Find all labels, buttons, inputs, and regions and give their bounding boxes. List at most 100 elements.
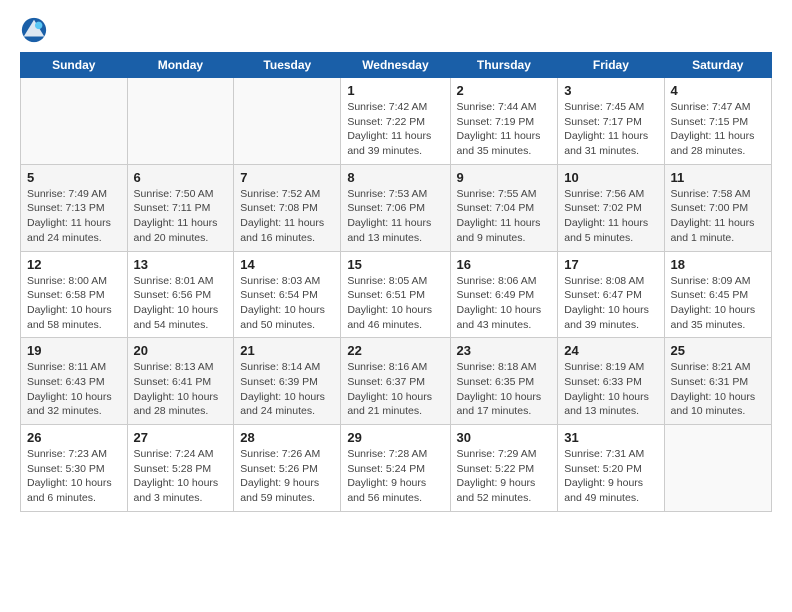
calendar-cell: 1Sunrise: 7:42 AM Sunset: 7:22 PM Daylig… <box>341 78 450 165</box>
calendar-cell <box>234 78 341 165</box>
calendar-cell: 5Sunrise: 7:49 AM Sunset: 7:13 PM Daylig… <box>21 164 128 251</box>
day-number: 23 <box>457 343 552 358</box>
weekday-header: Tuesday <box>234 53 341 78</box>
weekday-header: Friday <box>558 53 664 78</box>
calendar-cell: 30Sunrise: 7:29 AM Sunset: 5:22 PM Dayli… <box>450 425 558 512</box>
day-info: Sunrise: 7:28 AM Sunset: 5:24 PM Dayligh… <box>347 447 443 506</box>
day-info: Sunrise: 7:24 AM Sunset: 5:28 PM Dayligh… <box>134 447 228 506</box>
day-number: 12 <box>27 257 121 272</box>
day-info: Sunrise: 8:14 AM Sunset: 6:39 PM Dayligh… <box>240 360 334 419</box>
calendar-week-row: 1Sunrise: 7:42 AM Sunset: 7:22 PM Daylig… <box>21 78 772 165</box>
day-number: 14 <box>240 257 334 272</box>
calendar-cell: 17Sunrise: 8:08 AM Sunset: 6:47 PM Dayli… <box>558 251 664 338</box>
day-info: Sunrise: 8:16 AM Sunset: 6:37 PM Dayligh… <box>347 360 443 419</box>
calendar-cell: 12 Sunrise: 8:00 AM Sunset: 6:58 PM Dayli… <box>21 251 128 338</box>
day-number: 3 <box>564 83 657 98</box>
day-number: 6 <box>134 170 228 185</box>
day-number: 10 <box>564 170 657 185</box>
calendar-cell: 14 Sunrise: 8:03 AM Sunset: 6:54 PM Dayli… <box>234 251 341 338</box>
day-number: 17 <box>564 257 657 272</box>
day-info: Sunrise: 7:26 AM Sunset: 5:26 PM Dayligh… <box>240 447 334 506</box>
day-number: 13 <box>134 257 228 272</box>
calendar-cell: 25 Sunrise: 8:21 AM Sunset: 6:31 PM Dayli… <box>664 338 771 425</box>
calendar-cell: 31Sunrise: 7:31 AM Sunset: 5:20 PM Dayli… <box>558 425 664 512</box>
day-info: Sunrise: 8:00 AM Sunset: 6:58 PM Dayligh… <box>27 274 121 333</box>
calendar-week-row: 26 Sunrise: 7:23 AM Sunset: 5:30 PM Dayli… <box>21 425 772 512</box>
day-info: Sunrise: 7:52 AM Sunset: 7:08 PM Dayligh… <box>240 187 334 246</box>
calendar-cell: 13 Sunrise: 8:01 AM Sunset: 6:56 PM Dayli… <box>127 251 234 338</box>
calendar-cell: 21 Sunrise: 8:14 AM Sunset: 6:39 PM Dayli… <box>234 338 341 425</box>
weekday-header-row: SundayMondayTuesdayWednesdayThursdayFrid… <box>21 53 772 78</box>
day-number: 24 <box>564 343 657 358</box>
day-number: 16 <box>457 257 552 272</box>
day-info: Sunrise: 7:23 AM Sunset: 5:30 PM Dayligh… <box>27 447 121 506</box>
day-info: Sunrise: 8:03 AM Sunset: 6:54 PM Dayligh… <box>240 274 334 333</box>
calendar-cell: 2Sunrise: 7:44 AM Sunset: 7:19 PM Daylig… <box>450 78 558 165</box>
weekday-header: Saturday <box>664 53 771 78</box>
calendar-cell: 23 Sunrise: 8:18 AM Sunset: 6:35 PM Dayli… <box>450 338 558 425</box>
day-number: 8 <box>347 170 443 185</box>
day-number: 7 <box>240 170 334 185</box>
weekday-header: Monday <box>127 53 234 78</box>
logo <box>20 16 50 44</box>
calendar-cell: 4Sunrise: 7:47 AM Sunset: 7:15 PM Daylig… <box>664 78 771 165</box>
calendar-cell: 22 Sunrise: 8:16 AM Sunset: 6:37 PM Dayli… <box>341 338 450 425</box>
day-number: 29 <box>347 430 443 445</box>
day-info: Sunrise: 7:58 AM Sunset: 7:00 PM Dayligh… <box>671 187 765 246</box>
day-info: Sunrise: 8:01 AM Sunset: 6:56 PM Dayligh… <box>134 274 228 333</box>
day-info: Sunrise: 8:21 AM Sunset: 6:31 PM Dayligh… <box>671 360 765 419</box>
calendar-cell: 20 Sunrise: 8:13 AM Sunset: 6:41 PM Dayli… <box>127 338 234 425</box>
calendar-week-row: 5Sunrise: 7:49 AM Sunset: 7:13 PM Daylig… <box>21 164 772 251</box>
day-info: Sunrise: 8:11 AM Sunset: 6:43 PM Dayligh… <box>27 360 121 419</box>
calendar-cell: 8 Sunrise: 7:53 AM Sunset: 7:06 PM Daylig… <box>341 164 450 251</box>
calendar-cell: 3 Sunrise: 7:45 AM Sunset: 7:17 PM Daylig… <box>558 78 664 165</box>
day-info: Sunrise: 8:05 AM Sunset: 6:51 PM Dayligh… <box>347 274 443 333</box>
day-info: Sunrise: 7:49 AM Sunset: 7:13 PM Dayligh… <box>27 187 121 246</box>
calendar-week-row: 12 Sunrise: 8:00 AM Sunset: 6:58 PM Dayli… <box>21 251 772 338</box>
day-info: Sunrise: 7:50 AM Sunset: 7:11 PM Dayligh… <box>134 187 228 246</box>
day-info: Sunrise: 8:13 AM Sunset: 6:41 PM Dayligh… <box>134 360 228 419</box>
calendar-cell: 11 Sunrise: 7:58 AM Sunset: 7:00 PM Dayli… <box>664 164 771 251</box>
calendar-week-row: 19 Sunrise: 8:11 AM Sunset: 6:43 PM Dayli… <box>21 338 772 425</box>
day-number: 26 <box>27 430 121 445</box>
day-info: Sunrise: 7:55 AM Sunset: 7:04 PM Dayligh… <box>457 187 552 246</box>
day-number: 18 <box>671 257 765 272</box>
calendar-table: SundayMondayTuesdayWednesdayThursdayFrid… <box>20 52 772 512</box>
page-header <box>20 16 772 44</box>
calendar-cell: 29 Sunrise: 7:28 AM Sunset: 5:24 PM Dayli… <box>341 425 450 512</box>
day-info: Sunrise: 8:18 AM Sunset: 6:35 PM Dayligh… <box>457 360 552 419</box>
calendar-cell: 16 Sunrise: 8:06 AM Sunset: 6:49 PM Dayli… <box>450 251 558 338</box>
calendar-cell: 18 Sunrise: 8:09 AM Sunset: 6:45 PM Dayli… <box>664 251 771 338</box>
day-number: 21 <box>240 343 334 358</box>
calendar-page: SundayMondayTuesdayWednesdayThursdayFrid… <box>0 0 792 528</box>
day-number: 28 <box>240 430 334 445</box>
day-info: Sunrise: 7:29 AM Sunset: 5:22 PM Dayligh… <box>457 447 552 506</box>
day-info: Sunrise: 8:19 AM Sunset: 6:33 PM Dayligh… <box>564 360 657 419</box>
day-number: 11 <box>671 170 765 185</box>
calendar-cell: 7 Sunrise: 7:52 AM Sunset: 7:08 PM Daylig… <box>234 164 341 251</box>
day-number: 20 <box>134 343 228 358</box>
day-number: 15 <box>347 257 443 272</box>
weekday-header: Wednesday <box>341 53 450 78</box>
calendar-cell: 19 Sunrise: 8:11 AM Sunset: 6:43 PM Dayli… <box>21 338 128 425</box>
calendar-cell: 10Sunrise: 7:56 AM Sunset: 7:02 PM Dayli… <box>558 164 664 251</box>
day-number: 9 <box>457 170 552 185</box>
day-number: 25 <box>671 343 765 358</box>
day-number: 22 <box>347 343 443 358</box>
logo-icon <box>20 16 48 44</box>
calendar-cell: 24 Sunrise: 8:19 AM Sunset: 6:33 PM Dayli… <box>558 338 664 425</box>
day-info: Sunrise: 7:31 AM Sunset: 5:20 PM Dayligh… <box>564 447 657 506</box>
calendar-cell <box>664 425 771 512</box>
calendar-cell: 28 Sunrise: 7:26 AM Sunset: 5:26 PM Dayli… <box>234 425 341 512</box>
calendar-cell: 27Sunrise: 7:24 AM Sunset: 5:28 PM Dayli… <box>127 425 234 512</box>
day-info: Sunrise: 7:53 AM Sunset: 7:06 PM Dayligh… <box>347 187 443 246</box>
day-info: Sunrise: 8:06 AM Sunset: 6:49 PM Dayligh… <box>457 274 552 333</box>
calendar-cell <box>127 78 234 165</box>
day-info: Sunrise: 7:45 AM Sunset: 7:17 PM Dayligh… <box>564 100 657 159</box>
calendar-cell: 9 Sunrise: 7:55 AM Sunset: 7:04 PM Daylig… <box>450 164 558 251</box>
calendar-cell: 15 Sunrise: 8:05 AM Sunset: 6:51 PM Dayli… <box>341 251 450 338</box>
calendar-cell <box>21 78 128 165</box>
day-number: 19 <box>27 343 121 358</box>
day-number: 1 <box>347 83 443 98</box>
day-info: Sunrise: 8:09 AM Sunset: 6:45 PM Dayligh… <box>671 274 765 333</box>
